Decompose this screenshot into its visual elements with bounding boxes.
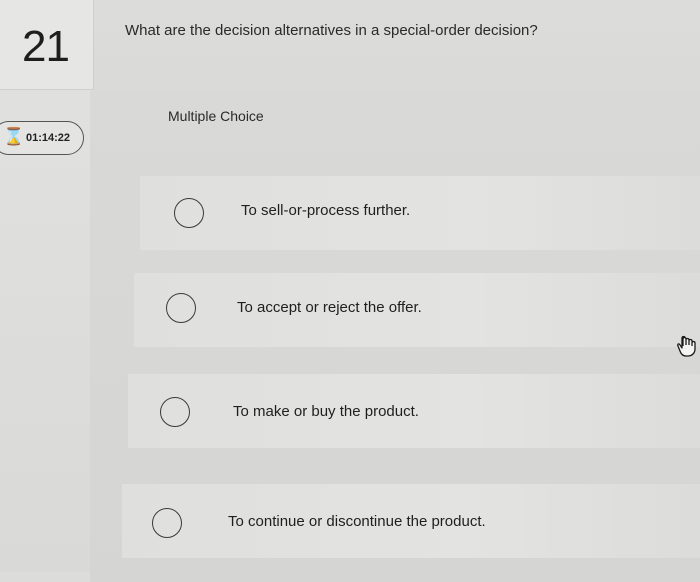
- choice-label: To make or buy the product.: [233, 403, 419, 420]
- choice-label: To accept or reject the offer.: [237, 299, 422, 316]
- timer[interactable]: ⌛ 01:14:22: [0, 121, 84, 155]
- radio-button[interactable]: [152, 508, 182, 538]
- question-number-box: 21: [0, 0, 94, 90]
- choice-label: To sell-or-process further.: [241, 202, 411, 219]
- radio-button[interactable]: [166, 293, 196, 323]
- question-text: What are the decision alternatives in a …: [125, 22, 538, 39]
- question-type-label: Multiple Choice: [168, 108, 264, 124]
- choice-option-2[interactable]: To accept or reject the offer.: [134, 273, 700, 347]
- radio-button[interactable]: [160, 397, 190, 427]
- radio-button[interactable]: [174, 198, 204, 228]
- choice-option-1[interactable]: To sell-or-process further.: [140, 176, 700, 250]
- choice-option-4[interactable]: To continue or discontinue the product.: [122, 484, 700, 558]
- choice-label: To continue or discontinue the product.: [228, 513, 486, 530]
- choice-option-3[interactable]: To make or buy the product.: [128, 374, 700, 448]
- hand-pointer-icon: [677, 335, 696, 357]
- question-number: 21: [22, 22, 70, 71]
- hourglass-icon: ⌛: [3, 127, 25, 146]
- timer-value: 01:14:22: [26, 132, 71, 144]
